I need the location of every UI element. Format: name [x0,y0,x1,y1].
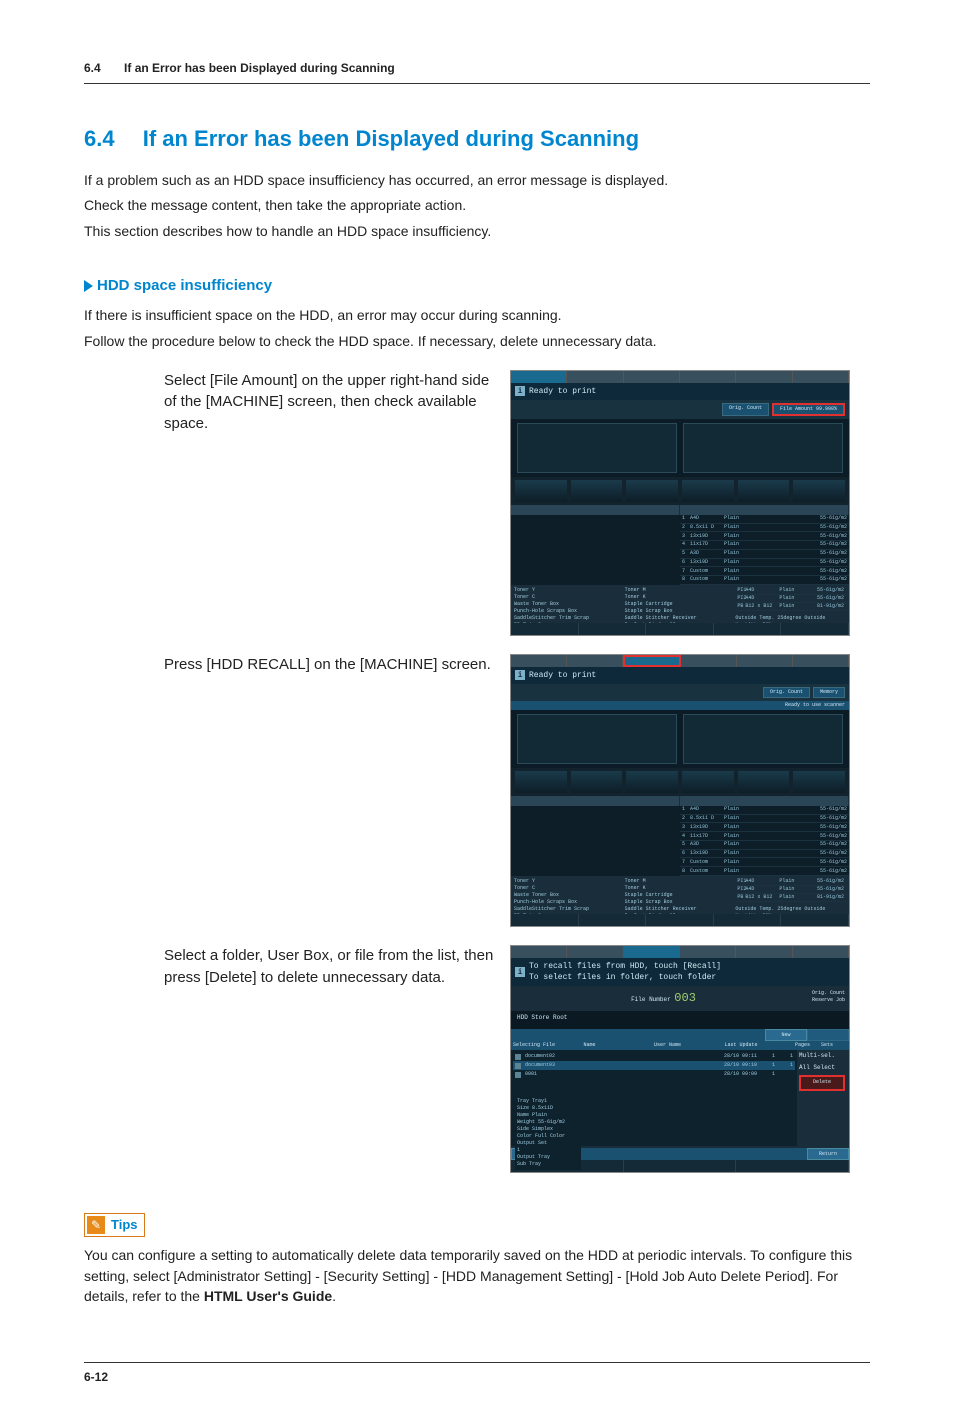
delete-button[interactable]: Delete [799,1075,845,1091]
machine-screen-file-amount: i Ready to print Orig. Count File Amount… [510,370,850,636]
section-heading-text: If an Error has been Displayed during Sc… [143,126,639,151]
recall-instruction-2: To select files in folder, touch folder [529,973,716,982]
status-text: Ready to print [529,670,596,681]
info-icon: i [515,967,525,977]
disabled-button [807,1029,849,1041]
running-header: 6.4 If an Error has been Displayed durin… [84,60,870,84]
step-1: Select [File Amount] on the upper right-… [84,370,870,636]
hdd-recall-file-list-screen: i To recall files from HDD, touch [Recal… [510,945,850,1173]
pin-icon: ✎ [87,1216,105,1234]
section-number: 6.4 [84,126,115,151]
tips-block: ✎ Tips You can configure a setting to au… [84,1213,870,1306]
all-select-button[interactable]: All Select [799,1064,847,1072]
file-row[interactable]: 000128/10 09:091 [513,1070,795,1079]
orig-count-pill: Orig. Count [763,687,810,698]
section-title: 6.4 If an Error has been Displayed durin… [84,124,870,155]
step-1-text: Select [File Amount] on the upper right-… [84,370,494,435]
consumable-indicators: Toner YToner C Waste Toner BoxPunch-Hole… [511,585,849,623]
step-3-text: Select a folder, User Box, or file from … [84,945,494,989]
file-row[interactable]: document0328/10 09:1011 [513,1061,795,1070]
memory-pill: Memory [813,687,845,698]
info-icon: i [515,670,525,680]
step-3: Select a folder, User Box, or file from … [84,945,870,1173]
page-number: 6-12 [84,1370,108,1384]
sub-paragraph-2: Follow the procedure below to check the … [84,332,870,352]
orig-count-pill: Orig. Count [722,403,769,416]
intro-paragraph-2: Check the message content, then take the… [84,196,870,216]
tips-text: You can configure a setting to automatic… [84,1245,870,1306]
file-amount-button[interactable]: File Amount 99.998% [772,403,845,416]
status-text: Ready to print [529,386,596,397]
header-section-title: If an Error has been Displayed during Sc… [124,61,395,75]
scanner-ready-text: Ready to use scanner [511,701,849,710]
subsection-heading-text: HDD space insufficiency [97,275,272,296]
header-section-number: 6.4 [84,61,101,75]
multi-select-button[interactable]: Multi-sel. [799,1052,847,1060]
info-icon: i [515,386,525,396]
step-2: Press [HDD RECALL] on the [MACHINE] scre… [84,654,870,927]
page-footer: 6-12 [84,1362,870,1386]
return-button[interactable]: Return [807,1148,849,1160]
file-list-header: Selecting File Name User Name Last Updat… [511,1041,849,1050]
paper-tray-table-2: 1A4DPlain55-61g/m2 28.5x11 DPlain55-61g/… [680,806,849,876]
file-detail-panel: Tray Tray1Size 8.5x11D Name PlainWeight … [515,1096,581,1170]
file-row[interactable]: document0228/10 09:1111 [513,1052,795,1061]
recall-instruction-1: To recall files from HDD, touch [Recall] [529,962,721,971]
subsection-heading: HDD space insufficiency [84,275,870,296]
step-2-text: Press [HDD RECALL] on the [MACHINE] scre… [84,654,494,676]
intro-paragraph-1: If a problem such as an HDD space insuff… [84,171,870,191]
tips-badge: ✎ Tips [84,1213,145,1237]
tips-label: Tips [111,1216,138,1234]
sub-paragraph-1: If there is insufficient space on the HD… [84,306,870,326]
triangle-bullet-icon [84,280,93,292]
machine-screen-hdd-recall: i Ready to print Orig. Count Memory Read… [510,654,850,927]
file-number-label: File Number [631,996,671,1003]
intro-paragraph-3: This section describes how to handle an … [84,222,870,242]
file-number-value: 003 [674,991,696,1005]
new-folder-button[interactable]: New [765,1029,807,1041]
paper-tray-table: 1A4DPlain55-61g/m2 28.5x11 DPlain55-61g/… [680,515,849,585]
hdd-store-root-label: HDD Store Root [511,1011,849,1025]
hdd-recall-tab[interactable] [623,655,682,667]
